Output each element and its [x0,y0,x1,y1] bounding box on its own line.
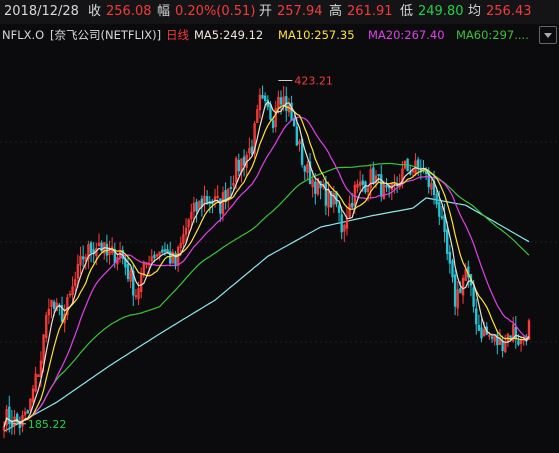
quote-date: 2018/12/28 [4,4,79,19]
ma20-legend: MA20:267.40 [368,28,445,42]
candle-body [337,205,341,213]
candle-body [380,174,383,197]
high-value: 261.91 [347,4,393,19]
low-label: 低 [400,4,414,19]
close-value: 256.08 [106,4,152,19]
candle-body [242,156,246,166]
candle-body [205,196,209,203]
candle-body [451,260,454,278]
candle-body [385,185,388,188]
candle-body [340,214,343,233]
candle-body [472,287,475,307]
candle-body [279,97,283,105]
candle-body [453,274,457,307]
candle-body [446,229,449,254]
candle-body [438,201,441,217]
change-label: 幅 [157,4,171,19]
low-value: 249.80 [418,4,464,19]
candle-body [261,95,264,99]
candle-body [377,174,380,176]
candle-body [18,424,22,428]
ma5-legend: MA5:249.12 [194,28,264,42]
candle-body [314,181,317,194]
high-label: 高 [329,4,343,19]
candle-body [372,167,375,184]
ma10-legend: MA10:257.35 [278,28,355,42]
candle-body [324,181,328,206]
indicator-settings-dropdown[interactable] [539,26,557,44]
candle-body [448,251,452,264]
period-label[interactable]: 日线 [166,24,189,46]
candle-body [126,263,130,280]
candle-body [153,254,156,259]
candle-body [195,201,198,212]
candle-body [509,335,512,339]
low-price-label: 185.22 [28,418,67,431]
candle-body [351,202,354,208]
high-price-label: 423.21 [294,75,333,88]
candle-body [361,180,364,185]
candle-body [475,308,478,325]
candle-body [490,336,494,339]
candle-body [229,187,233,189]
candle-body [8,406,11,424]
open-value: 257.94 [277,4,323,19]
candle-body [295,126,299,146]
close-label: 收 [88,4,102,19]
candle-body [52,301,56,309]
indicator-legend: NFLX.O [奈飞公司(NETFLIX)] 日线 MA5:249.12 MA1… [0,24,559,46]
candle-body [161,249,164,253]
candle-body [219,198,222,214]
candle-body [435,194,438,205]
candle-body [105,243,109,256]
candle-body [163,249,167,252]
ma60-legend: MA60:297.... [456,28,529,42]
ticker-symbol: NFLX.O [2,28,45,42]
candle-body [517,340,520,345]
candlestick-chart: 423.21 185.22 [0,75,559,439]
company-name: [奈飞公司(NETFLIX)] [50,28,162,42]
candle-body [303,166,306,172]
candle-body [271,120,275,129]
candle-body [417,159,420,168]
candle-body [480,327,483,339]
avg-value: 256.43 [486,4,532,19]
candle-body [26,410,29,414]
avg-label: 均 [468,4,482,19]
open-label: 开 [259,4,273,19]
candle-body [237,159,240,172]
quote-bar: 2018/12/28 收 256.08 幅 0.20%(0.51) 开 257.… [0,0,559,24]
candle-body [440,216,444,219]
candle-body [459,288,462,294]
candle-body [81,256,85,260]
candle-body [477,324,481,331]
candle-body [89,242,93,253]
candle-body [263,95,267,101]
change-value: 0.20%(0.51) [175,4,256,19]
